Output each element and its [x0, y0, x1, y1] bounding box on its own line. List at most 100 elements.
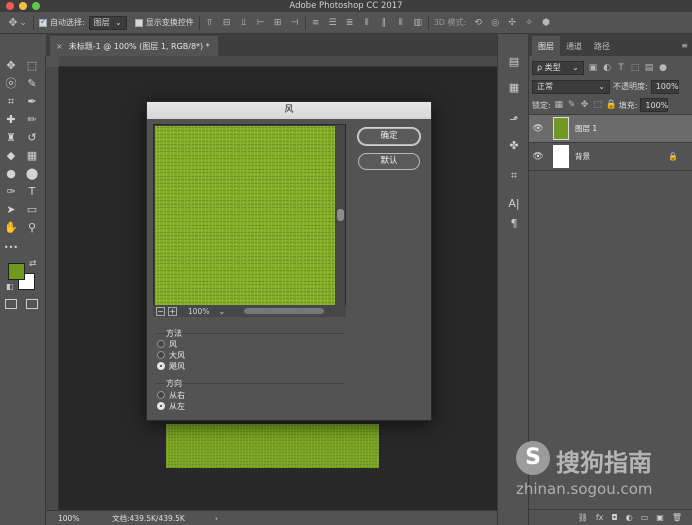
filter-toggle-icon[interactable]: ●	[658, 63, 668, 73]
default-button[interactable]: 默认	[358, 153, 420, 170]
auto-select-check[interactable]	[39, 17, 47, 27]
auto-align-icon[interactable]: ▥	[413, 18, 423, 28]
dodge-tool-icon[interactable]: ⬤	[24, 166, 40, 182]
distribute-hcenter-icon[interactable]: ∥	[379, 18, 389, 28]
hand-tool-icon[interactable]: ✋	[3, 220, 19, 236]
trash-icon[interactable]: 🗑	[672, 513, 682, 522]
character-panel-icon[interactable]: A|	[506, 196, 522, 212]
shape-tool-icon[interactable]: ▭	[24, 202, 40, 218]
opacity-field[interactable]: 100%	[650, 79, 679, 94]
swap-colors-icon[interactable]: ⇄	[29, 259, 37, 269]
fx-icon[interactable]: fx	[596, 513, 604, 522]
filter-type-icon[interactable]: T	[616, 63, 626, 73]
link-layers-icon[interactable]: ⛓	[578, 513, 588, 522]
preview-horizontal-scrollbar[interactable]	[244, 308, 325, 314]
layer-filter-dropdown[interactable]: ρ 类型 ⌄	[532, 60, 584, 75]
marquee-tool-icon[interactable]: ⬚	[24, 58, 40, 74]
align-top-icon[interactable]: ⫪	[205, 18, 215, 28]
direction-option-right[interactable]: 从右	[157, 390, 185, 400]
filter-smart-icon[interactable]: ▤	[644, 63, 654, 73]
radio-button[interactable]	[157, 391, 165, 399]
panel-menu-icon[interactable]: ≡	[681, 41, 692, 56]
history-panel-icon[interactable]: ▤	[506, 54, 522, 70]
visibility-eye-icon[interactable]: 👁	[529, 124, 547, 134]
libraries-panel-icon[interactable]: ✤	[506, 138, 522, 154]
adjustments-panel-icon[interactable]: ⬏	[506, 112, 522, 128]
3d-scale-icon[interactable]: ⬢	[541, 18, 551, 28]
zoom-tool-icon[interactable]: ⚲	[24, 220, 40, 236]
ok-button[interactable]: 确定	[358, 128, 420, 145]
path-select-tool-icon[interactable]: ➤	[3, 202, 19, 218]
align-left-icon[interactable]: ⊢	[256, 18, 266, 28]
lock-transparency-icon[interactable]: ▦	[554, 100, 564, 110]
3d-slide-icon[interactable]: ✧	[524, 18, 534, 28]
healing-tool-icon[interactable]: ✚	[3, 112, 19, 128]
pen-tool-icon[interactable]: ✑	[3, 184, 19, 200]
radio-button[interactable]	[157, 362, 165, 370]
type-tool-icon[interactable]: T	[24, 184, 40, 200]
method-option-blast[interactable]: 大风	[157, 350, 185, 360]
move-tool-preset[interactable]: ✥ ⌄	[8, 17, 28, 28]
fill-field[interactable]: 100%	[640, 98, 669, 112]
lock-pixels-icon[interactable]: ✎	[567, 100, 577, 110]
distribute-vcenter-icon[interactable]: ☰	[328, 18, 338, 28]
distribute-top-icon[interactable]: ≡	[311, 18, 321, 28]
status-zoom[interactable]: 100%	[58, 514, 98, 523]
distribute-left-icon[interactable]: ⦀	[362, 18, 372, 28]
default-colors-icon[interactable]: ◧	[6, 282, 14, 291]
tab-layers[interactable]: 图层	[532, 36, 560, 56]
brush-tool-icon[interactable]: ✏	[24, 112, 40, 128]
auto-select-checkbox[interactable]: 自动选择:	[39, 17, 85, 28]
distribute-right-icon[interactable]: ⫴	[396, 18, 406, 28]
properties-panel-icon[interactable]: ▦	[506, 80, 522, 96]
radio-button[interactable]	[157, 351, 165, 359]
filter-preview[interactable]	[153, 124, 346, 317]
new-group-icon[interactable]: ▭	[641, 513, 649, 522]
foreground-color-swatch[interactable]	[8, 263, 25, 280]
align-right-icon[interactable]: ⊣	[290, 18, 300, 28]
align-bottom-icon[interactable]: ⫫	[239, 18, 249, 28]
auto-select-target-dropdown[interactable]: 图层 ⌄	[88, 15, 127, 30]
filter-pixel-icon[interactable]: ▣	[588, 63, 598, 73]
crop-tool-icon[interactable]: ⌗	[3, 94, 19, 110]
blend-mode-dropdown[interactable]: 正常 ⌄	[532, 79, 610, 94]
show-transform-check[interactable]	[134, 18, 143, 27]
new-layer-icon[interactable]: ▣	[656, 513, 664, 522]
zoom-dropdown-icon[interactable]: ⌄	[218, 307, 225, 316]
filter-adjustment-icon[interactable]: ◐	[602, 63, 612, 73]
adjustment-layer-icon[interactable]: ◐	[626, 513, 633, 522]
move-tool-icon[interactable]: ✥	[3, 58, 19, 74]
zoom-out-button[interactable]: −	[156, 306, 165, 316]
paragraph-panel-icon[interactable]: ¶	[506, 216, 522, 232]
method-option-stagger[interactable]: 飓风	[157, 361, 185, 371]
status-menu-arrow[interactable]: ›	[215, 514, 218, 523]
screen-mode-icon[interactable]	[26, 299, 38, 309]
document-canvas-grass[interactable]	[166, 424, 379, 468]
zoom-in-button[interactable]: +	[168, 306, 177, 316]
stamp-tool-icon[interactable]: ♜	[3, 130, 19, 146]
crop-panel-icon[interactable]: ⌗	[506, 168, 522, 184]
quick-select-tool-icon[interactable]: ✎	[24, 76, 40, 92]
distribute-bottom-icon[interactable]: ≣	[345, 18, 355, 28]
eyedropper-tool-icon[interactable]: ✒	[24, 94, 40, 110]
lasso-tool-icon[interactable]: ⓞ	[3, 76, 19, 92]
preview-vertical-scrollbar[interactable]	[335, 125, 345, 306]
direction-option-left[interactable]: 从左	[157, 401, 185, 411]
lock-position-icon[interactable]: ✥	[580, 100, 590, 110]
align-vcenter-icon[interactable]: ⊟	[222, 18, 232, 28]
show-transform-checkbox[interactable]: 显示变换控件	[134, 17, 194, 28]
add-mask-icon[interactable]: ◘	[611, 513, 617, 522]
quick-mask-icon[interactable]	[5, 299, 17, 309]
scroll-thumb[interactable]	[337, 209, 344, 221]
filter-shape-icon[interactable]: ⬚	[630, 63, 640, 73]
align-hcenter-icon[interactable]: ⊞	[273, 18, 283, 28]
document-tab[interactable]: × 未标题-1 @ 100% (图层 1, RGB/8*) *	[50, 36, 218, 56]
tab-channels[interactable]: 通道	[560, 36, 588, 56]
eraser-tool-icon[interactable]: ◆	[3, 148, 19, 164]
layer-row-layer1[interactable]: 👁 图层 1	[529, 115, 692, 143]
history-brush-tool-icon[interactable]: ↺	[24, 130, 40, 146]
lock-artboard-icon[interactable]: ⬚	[593, 100, 603, 110]
radio-button[interactable]	[157, 340, 165, 348]
blur-tool-icon[interactable]: ●	[3, 166, 19, 182]
3d-roll-icon[interactable]: ◎	[490, 18, 500, 28]
